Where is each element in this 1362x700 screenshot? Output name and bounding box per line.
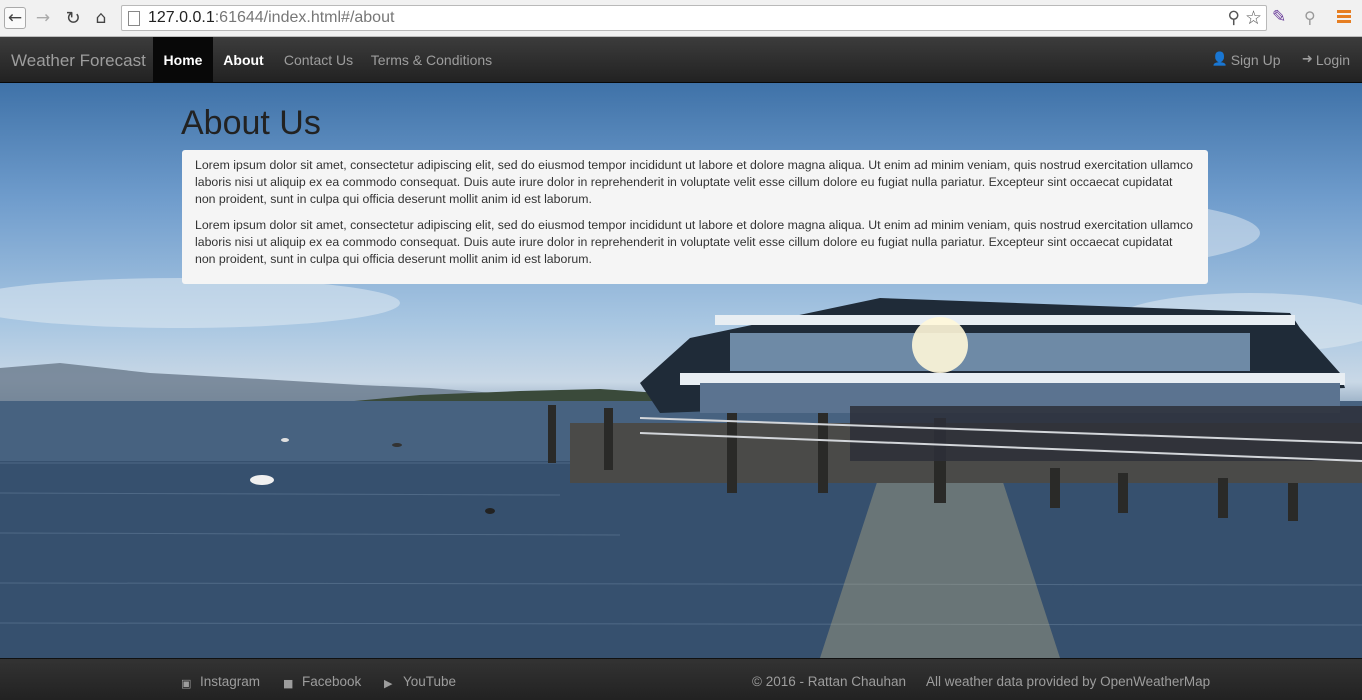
youtube-label: YouTube [403,674,457,689]
youtube-icon: ▶ [384,677,393,690]
back-icon[interactable]: ← [4,7,26,29]
page-title: About Us [181,104,321,142]
nav-home[interactable]: Home [153,37,213,82]
forward-icon[interactable]: → [32,7,54,29]
url-path: :61644/index.html#/about [214,9,395,26]
about-paragraph: Lorem ipsum dolor sit amet, consectetur … [195,158,1193,206]
signup-link[interactable]: 👤 Sign Up [1206,37,1286,82]
signup-label: Sign Up [1230,51,1281,68]
zoom-icon[interactable]: ⚲ [1228,8,1240,28]
brand-link[interactable]: Weather Forecast [11,51,146,71]
youtube-link[interactable]: ▶ YouTube [384,674,457,690]
attribution-text: All weather data provided by OpenWeather… [926,674,1211,689]
facebook-link[interactable]: ■ Facebook [283,674,362,690]
address-bar[interactable]: 127.0.0.1:61644/index.html#/about ⚲ ☆ [121,5,1267,31]
navbar: Weather Forecast Home About Contact Us T… [0,37,1362,83]
url-host: 127.0.0.1 [148,9,215,26]
browser-toolbar: ← → ↻ ⌂ 127.0.0.1:61644/index.html#/abou… [0,0,1362,37]
facebook-label: Facebook [302,674,362,689]
eyedropper-extension-icon[interactable]: ✎ [1272,7,1286,27]
facebook-icon: ■ [283,677,294,690]
url-text[interactable]: 127.0.0.1:61644/index.html#/about [148,9,394,27]
bookmark-star-icon[interactable]: ☆ [1245,7,1262,29]
about-content-panel: Lorem ipsum dolor sit amet, consectetur … [182,150,1208,284]
page-icon [128,11,140,26]
nav-contact-us[interactable]: Contact Us [274,37,363,82]
footer: ▣ Instagram ■ Facebook ▶ YouTube © 2016 - R… [0,658,1362,700]
about-paragraph: Lorem ipsum dolor sit amet, consectetur … [195,218,1193,266]
login-label: Login [1315,51,1351,68]
browser-menu-icon[interactable] [1337,10,1351,24]
login-icon: ➜ [1301,52,1313,67]
instagram-icon: ▣ [181,677,192,690]
home-icon[interactable]: ⌂ [90,7,112,29]
nav-about[interactable]: About [213,37,274,82]
instagram-link[interactable]: ▣ Instagram [181,674,261,690]
user-icon: 👤 [1211,52,1228,67]
reload-icon[interactable]: ↻ [62,7,84,29]
nav-terms-conditions[interactable]: Terms & Conditions [363,37,500,82]
copyright-text: © 2016 - Rattan Chauhan [752,674,907,689]
key-extension-icon[interactable]: ⚲ [1304,8,1316,27]
instagram-label: Instagram [200,674,261,689]
login-link[interactable]: ➜ Login [1294,37,1358,82]
